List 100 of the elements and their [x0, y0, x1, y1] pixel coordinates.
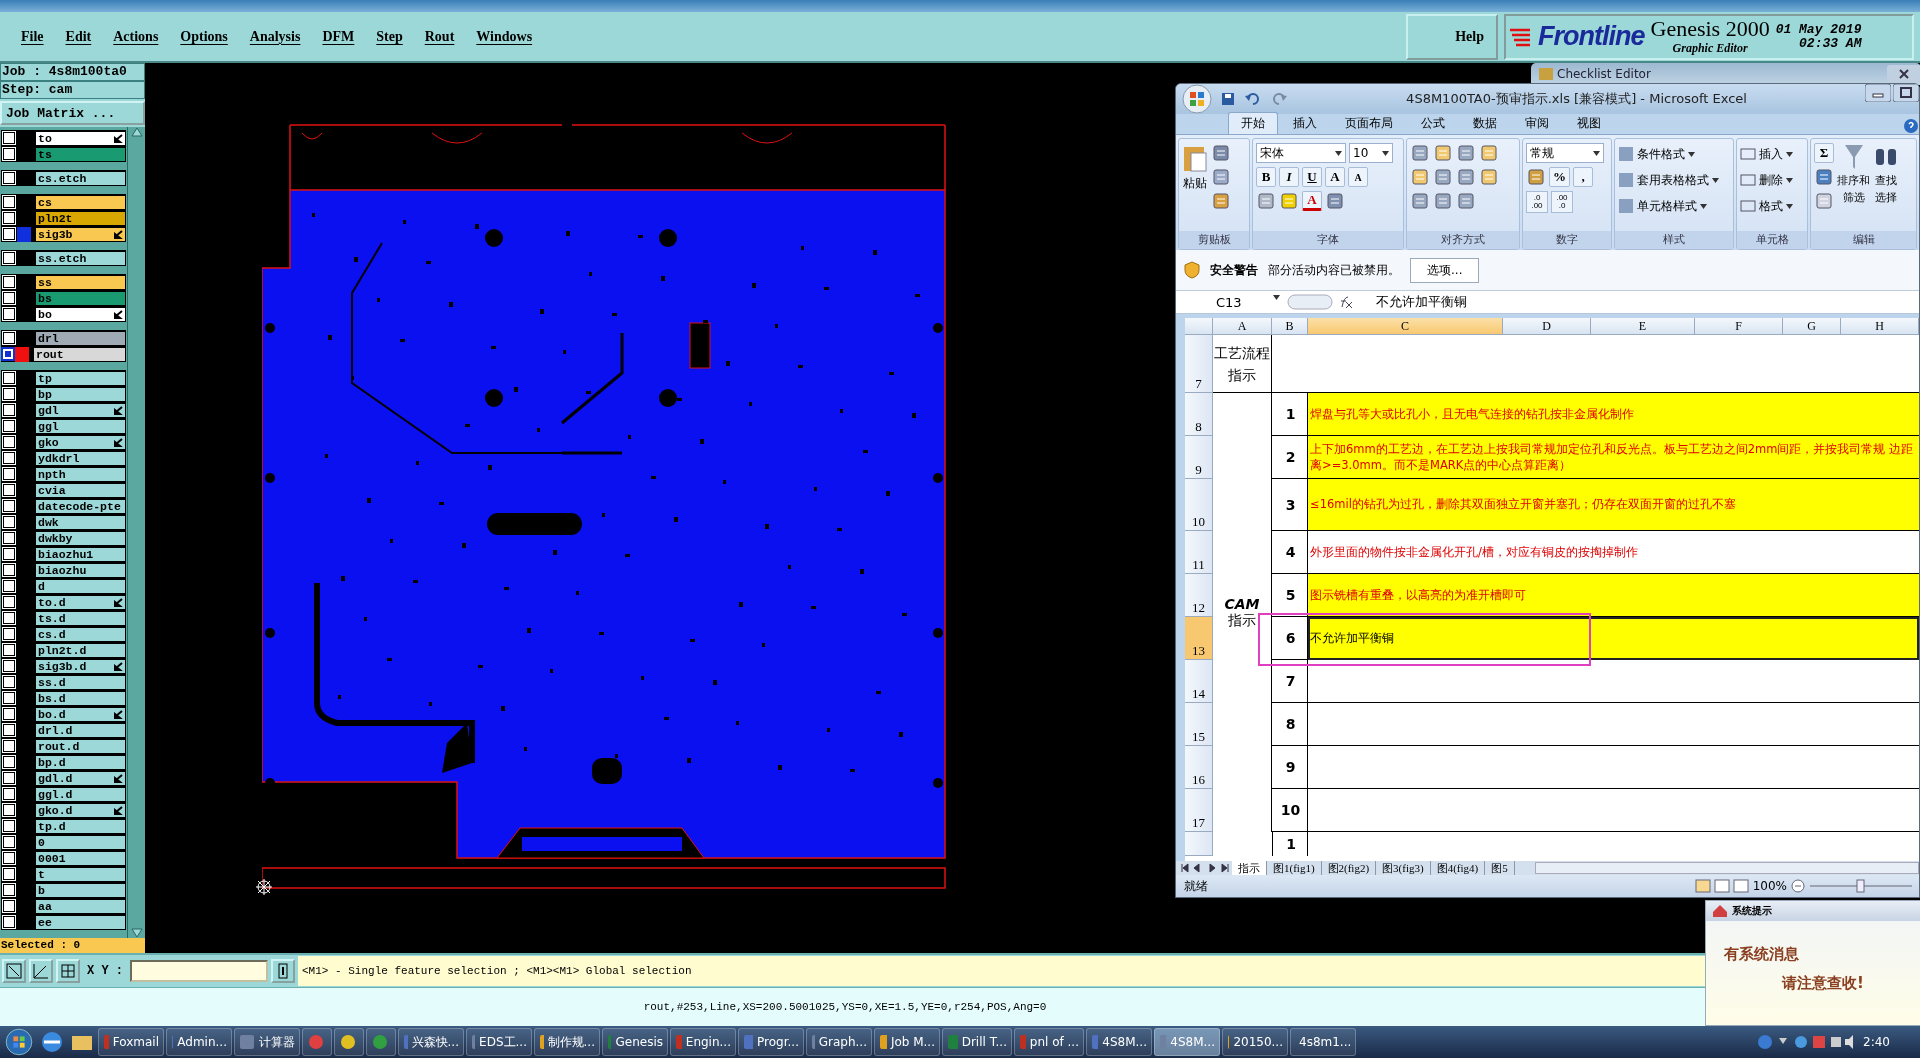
layer-name[interactable]: rout.d — [35, 738, 126, 754]
cells-menu-button[interactable]: 格式 — [1740, 195, 1793, 217]
taskbar-button[interactable]: Engin... — [670, 1028, 736, 1056]
layer-name[interactable]: dwkby — [35, 530, 126, 546]
row-header[interactable]: 10 — [1185, 479, 1213, 531]
layer-color-swatch[interactable] — [17, 226, 31, 242]
taskbar-button[interactable]: 制作规... — [534, 1028, 600, 1056]
taskbar-button[interactable]: EDS工... — [466, 1028, 532, 1056]
taskbar-button[interactable]: Progr... — [738, 1028, 804, 1056]
layer-checkbox[interactable] — [3, 172, 15, 184]
style-menu-button[interactable]: 条件格式 — [1618, 143, 1719, 165]
layer-checkbox[interactable] — [3, 148, 15, 160]
row-header[interactable]: 11 — [1185, 531, 1213, 574]
menu-item[interactable]: Edit — [54, 28, 103, 45]
layer-checkbox[interactable] — [3, 900, 15, 912]
layer-name[interactable]: ggl — [35, 418, 126, 434]
layer-checkbox[interactable] — [3, 308, 15, 320]
ribbon-tab[interactable]: 视图 — [1564, 112, 1614, 134]
menu-item[interactable]: File — [10, 28, 55, 45]
layer-name[interactable]: ss.d — [35, 674, 126, 690]
layer-name[interactable]: dwk — [35, 514, 126, 530]
style-menu-button[interactable]: 套用表格格式 — [1618, 169, 1719, 191]
column-header[interactable]: E — [1591, 318, 1695, 335]
layer-checkbox[interactable] — [3, 468, 15, 480]
layer-name[interactable]: cs — [35, 194, 126, 210]
taskbar-button[interactable] — [366, 1028, 396, 1056]
cells-menu-button[interactable]: 删除 — [1740, 169, 1793, 191]
layer-checkbox[interactable] — [3, 868, 15, 880]
layer-name[interactable]: gko — [35, 434, 126, 450]
view-mode-icon[interactable] — [1694, 879, 1749, 893]
layer-checkbox[interactable] — [3, 740, 15, 752]
column-header[interactable]: D — [1503, 318, 1591, 335]
xy-input-field[interactable] — [130, 960, 268, 982]
layer-checkbox[interactable] — [3, 532, 15, 544]
row-header[interactable]: 17 — [1185, 789, 1213, 832]
close-button[interactable] — [1887, 65, 1920, 83]
layer-checkbox[interactable] — [3, 252, 15, 264]
background-window[interactable]: Checklist Editor — [1531, 63, 1920, 85]
layer-checkbox[interactable] — [3, 708, 15, 720]
help-icon[interactable] — [1903, 118, 1919, 134]
layer-name[interactable]: bo.d — [35, 706, 126, 722]
taskbar-button[interactable] — [334, 1028, 364, 1056]
save-icon[interactable] — [1220, 91, 1236, 107]
taskbar-button[interactable]: 4S8M... — [1086, 1028, 1152, 1056]
layer-checkbox[interactable] — [3, 388, 15, 400]
menu-item[interactable]: Options — [169, 28, 239, 45]
layer-checkbox[interactable] — [3, 516, 15, 528]
font-style-button[interactable]: B — [1256, 167, 1276, 187]
layer-name[interactable]: biaozhu1 — [35, 546, 126, 562]
layer-checkbox[interactable] — [3, 372, 15, 384]
column-header[interactable]: B — [1272, 318, 1308, 335]
layer-name[interactable]: ggl.d — [35, 786, 126, 802]
row-header[interactable]: 15 — [1185, 703, 1213, 746]
font-name-dropdown[interactable]: 宋体 — [1256, 143, 1346, 163]
taskbar-button[interactable] — [302, 1028, 332, 1056]
sheet-nav-icon[interactable] — [1180, 863, 1232, 873]
layer-checkbox[interactable] — [3, 228, 15, 240]
horizontal-scrollbar[interactable] — [1534, 862, 1919, 874]
layer-name[interactable]: 0001 — [35, 850, 126, 866]
layer-name[interactable]: drl — [35, 330, 126, 346]
column-header[interactable]: G — [1783, 318, 1841, 335]
menu-item[interactable]: Rout — [413, 28, 466, 45]
layer-name[interactable]: gko.d — [35, 802, 126, 818]
taskbar-button[interactable]: 20150... — [1222, 1028, 1288, 1056]
layer-checkbox[interactable] — [3, 404, 15, 416]
layer-name[interactable]: cs.etch — [35, 170, 126, 186]
menu-item[interactable]: DFM — [311, 28, 366, 45]
tool-button[interactable] — [2, 959, 26, 983]
help-button[interactable]: Help — [1406, 13, 1498, 60]
layer-checkbox[interactable] — [3, 852, 15, 864]
layer-checkbox[interactable] — [3, 292, 15, 304]
font-style-button[interactable]: I — [1279, 167, 1299, 187]
layer-name[interactable]: bs.d — [35, 690, 126, 706]
layer-checkbox[interactable] — [3, 596, 15, 608]
layer-name[interactable]: bp.d — [35, 754, 126, 770]
ribbon-tab[interactable]: 公式 — [1408, 112, 1458, 134]
layer-name[interactable]: aa — [35, 898, 126, 914]
row-header[interactable]: 9 — [1185, 436, 1213, 479]
comma-button[interactable]: , — [1573, 167, 1593, 187]
tool-button[interactable] — [56, 959, 80, 983]
layer-checkbox[interactable] — [3, 644, 15, 656]
row-header[interactable]: 14 — [1185, 660, 1213, 703]
layer-checkbox[interactable] — [3, 820, 15, 832]
layer-checkbox[interactable] — [3, 500, 15, 512]
ribbon-tab[interactable]: 审阅 — [1512, 112, 1562, 134]
office-button[interactable] — [1182, 84, 1212, 114]
layer-checkbox[interactable] — [3, 548, 15, 560]
menu-item[interactable]: Step — [365, 28, 414, 45]
layer-name[interactable]: sig3b.d — [35, 658, 126, 674]
menu-item[interactable]: Windows — [465, 28, 544, 45]
layer-name[interactable]: ts.d — [35, 610, 126, 626]
ribbon-tab[interactable]: 页面布局 — [1332, 112, 1406, 134]
column-header[interactable]: F — [1695, 318, 1783, 335]
layer-checkbox[interactable] — [3, 692, 15, 704]
info-button[interactable] — [271, 959, 295, 983]
paste-button[interactable]: 粘贴 — [1182, 143, 1208, 231]
layer-name[interactable]: pln2t — [35, 210, 126, 226]
layer-name[interactable]: cvia — [35, 482, 126, 498]
layer-name[interactable]: sig3b — [35, 226, 126, 242]
ribbon-tab[interactable]: 插入 — [1280, 112, 1330, 134]
